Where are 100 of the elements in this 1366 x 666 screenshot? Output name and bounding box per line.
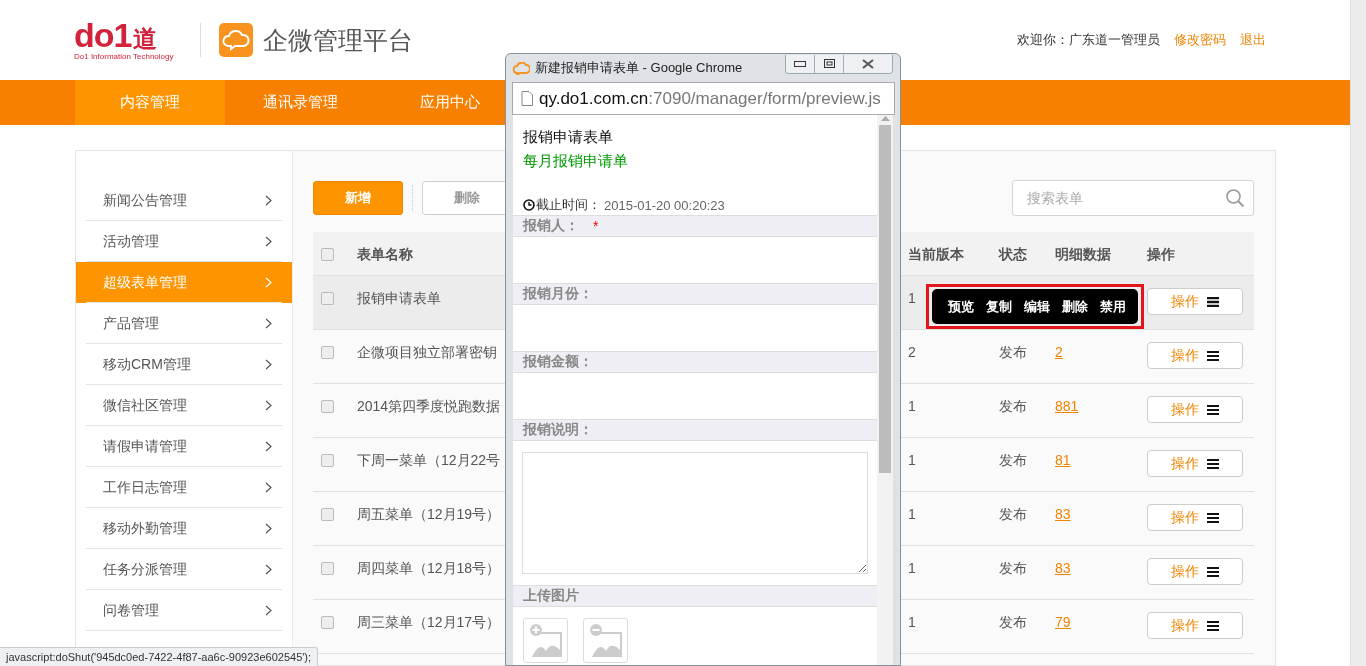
detail-count-link[interactable]: 2: [1055, 344, 1063, 360]
action-button[interactable]: 操作: [1147, 504, 1243, 531]
row-checkbox[interactable]: [321, 616, 334, 629]
form-name: 下周一菜单（12月22号: [357, 452, 501, 468]
menu-icon: [1207, 512, 1219, 523]
select-all-checkbox[interactable]: [321, 248, 334, 261]
row-checkbox[interactable]: [321, 562, 334, 575]
field-label: 报销月份：: [523, 285, 593, 303]
chevron-right-icon: [265, 236, 272, 247]
welcome-text: 欢迎你：广东道一管理员: [1017, 31, 1160, 49]
column-header: 状态: [999, 246, 1027, 262]
status-text: 发布: [999, 452, 1027, 468]
menu-item[interactable]: 编辑: [1024, 297, 1050, 316]
chevron-right-icon: [265, 195, 272, 206]
sidebar-item[interactable]: 请假申请管理: [76, 426, 292, 467]
status-text: 发布: [999, 560, 1027, 576]
form-name: 周五菜单（12月19号）: [357, 506, 501, 522]
text-area[interactable]: [522, 452, 868, 574]
version-number: 1: [908, 506, 916, 522]
detail-count-link[interactable]: 83: [1055, 560, 1071, 576]
chevron-right-icon: [265, 441, 272, 452]
page-scrollbar[interactable]: [1350, 0, 1366, 666]
image-add-icon: [528, 623, 563, 657]
nav-tab[interactable]: 通讯录管理: [225, 80, 375, 125]
column-header: 明细数据: [1055, 246, 1111, 262]
column-header: 操作: [1147, 246, 1175, 262]
form-name: 报销申请表单: [357, 290, 441, 306]
action-button[interactable]: 操作: [1147, 612, 1243, 639]
form-subtitle: 每月报销申请单: [522, 151, 629, 171]
nav-tab[interactable]: 内容管理: [75, 80, 225, 125]
detail-count-link[interactable]: 881: [1055, 398, 1079, 414]
sidebar-item[interactable]: 产品管理: [76, 303, 292, 344]
chevron-right-icon: [265, 318, 272, 329]
status-text: 发布: [999, 506, 1027, 522]
sidebar-item[interactable]: 移动外勤管理: [76, 508, 292, 549]
field-label: 报销金额：: [523, 353, 593, 371]
deadline-value: 2015-01-20 00:20:23: [604, 197, 725, 213]
sidebar-item[interactable]: 任务分派管理: [76, 549, 292, 590]
version-number: 1: [908, 452, 916, 468]
product-title: 企微管理平台: [263, 24, 413, 56]
header-link[interactable]: 修改密码: [1174, 31, 1226, 49]
status-url-tip: javascript:doShut('945dc0ed-7422-4f87-aa6c-90923e602545');: [0, 647, 319, 666]
minimize-button[interactable]: [786, 54, 814, 73]
search-field[interactable]: 搜索表单: [1012, 180, 1254, 216]
action-button[interactable]: 操作: [1147, 558, 1243, 585]
row-checkbox[interactable]: [321, 400, 334, 413]
add-image-button[interactable]: [523, 618, 568, 663]
chevron-right-icon: [265, 400, 272, 411]
logo-character: 道: [133, 27, 158, 52]
logo-text: do1: [74, 18, 132, 53]
scrollbar[interactable]: [877, 115, 893, 665]
field-label: 报销说明：: [523, 421, 593, 439]
row-checkbox[interactable]: [321, 508, 334, 521]
detail-count-link[interactable]: 81: [1055, 452, 1071, 468]
row-checkbox[interactable]: [321, 454, 334, 467]
sidebar-item[interactable]: 问卷管理: [76, 590, 292, 631]
form-name: 周四菜单（12月18号）: [357, 560, 501, 576]
menu-item[interactable]: 删除: [1062, 297, 1088, 316]
action-button[interactable]: 操作: [1147, 396, 1243, 423]
row-checkbox[interactable]: [321, 292, 334, 305]
sidebar-item[interactable]: 微信社区管理: [76, 385, 292, 426]
menu-item[interactable]: 复制: [986, 297, 1012, 316]
clock-icon: [523, 199, 535, 211]
header-link[interactable]: 退出: [1240, 31, 1266, 49]
maximize-button[interactable]: [814, 54, 843, 73]
version-number: 2: [908, 344, 916, 360]
menu-icon: [1207, 620, 1219, 631]
search-input[interactable]: 搜索表单: [1027, 183, 1225, 213]
menu-item[interactable]: 禁用: [1100, 297, 1126, 316]
action-button[interactable]: 操作: [1147, 342, 1243, 369]
required-mark: *: [593, 218, 599, 234]
form-name: 企微项目独立部署密钥: [357, 344, 497, 360]
menu-icon: [1207, 296, 1219, 307]
row-checkbox[interactable]: [321, 346, 334, 359]
maximize-icon: [823, 59, 835, 68]
action-button[interactable]: 操作: [1147, 288, 1243, 315]
close-button[interactable]: [843, 54, 892, 73]
form-title: 报销申请表单: [522, 127, 614, 147]
sidebar-item[interactable]: 超级表单管理: [76, 262, 292, 303]
menu-item[interactable]: 预览: [948, 297, 974, 316]
remove-image-button[interactable]: [583, 618, 628, 663]
scroll-up-arrow-icon[interactable]: [880, 115, 890, 121]
status-text: 发布: [999, 398, 1027, 414]
document-icon: [521, 91, 533, 106]
menu-icon: [1207, 404, 1219, 415]
sidebar-item[interactable]: 活动管理: [76, 221, 292, 262]
sidebar-item[interactable]: 新闻公告管理: [76, 180, 292, 221]
logo-tagline: Do1 Information Technology: [74, 52, 175, 62]
status-text: 发布: [999, 614, 1027, 630]
version-number: 1: [908, 614, 916, 630]
chevron-right-icon: [265, 564, 272, 575]
action-button[interactable]: 操作: [1147, 450, 1243, 477]
detail-count-link[interactable]: 79: [1055, 614, 1071, 630]
add-button[interactable]: 新增: [313, 181, 403, 215]
address-bar[interactable]: qy.do1.com.cn:7090/manager/form/preview.js: [512, 82, 895, 115]
close-icon: [862, 58, 874, 69]
sidebar-item[interactable]: 工作日志管理: [76, 467, 292, 508]
column-header: 表单名称: [357, 246, 413, 262]
sidebar-item[interactable]: 移动CRM管理: [76, 344, 292, 385]
detail-count-link[interactable]: 83: [1055, 506, 1071, 522]
